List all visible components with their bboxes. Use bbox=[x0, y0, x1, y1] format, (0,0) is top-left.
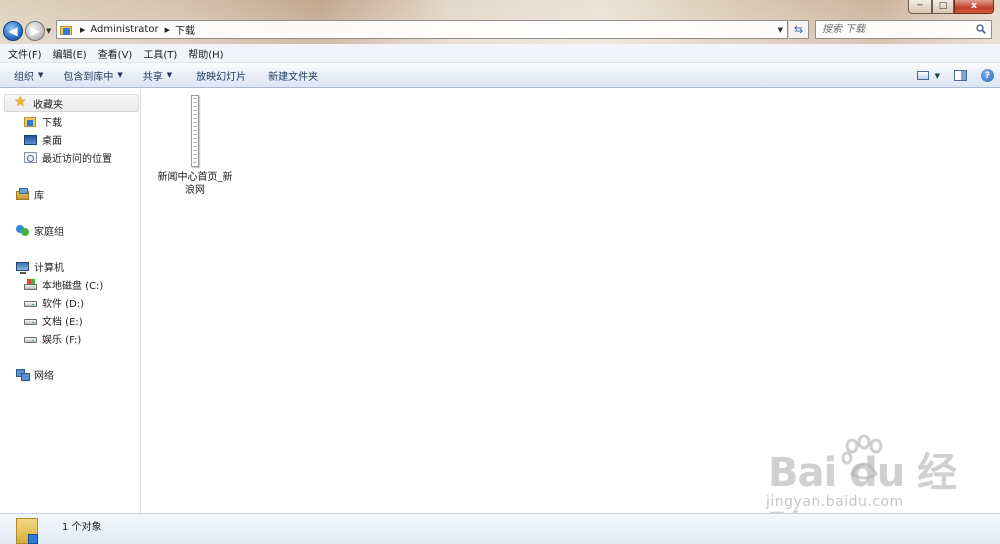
nav-item-drive-e[interactable]: 文档 (E:) bbox=[24, 311, 83, 329]
slideshow-button[interactable]: 放映幻灯片 bbox=[188, 68, 254, 83]
search-box[interactable] bbox=[815, 20, 992, 39]
menu-tools[interactable]: 工具(T) bbox=[139, 46, 181, 61]
menu-edit[interactable]: 编辑(E) bbox=[49, 46, 91, 61]
menu-help[interactable]: 帮助(H) bbox=[184, 46, 227, 61]
nav-item-label: 最近访问的位置 bbox=[42, 153, 112, 165]
dropdown-caret-icon: ▼ bbox=[934, 71, 940, 80]
forward-button[interactable]: ▶ bbox=[25, 21, 45, 41]
nav-network[interactable]: 网络 bbox=[16, 365, 54, 383]
search-input[interactable] bbox=[816, 21, 966, 38]
new-folder-label: 新建文件夹 bbox=[268, 71, 319, 83]
downloads-folder-icon bbox=[16, 518, 44, 544]
downloads-folder-icon bbox=[24, 115, 37, 127]
nav-network-label: 网络 bbox=[34, 370, 54, 382]
nav-favorites[interactable]: 收藏夹 bbox=[4, 94, 139, 112]
slideshow-label: 放映幻灯片 bbox=[196, 71, 247, 83]
share-label: 共享 bbox=[142, 71, 163, 83]
nav-computer-label: 计算机 bbox=[34, 262, 64, 274]
back-button[interactable]: ◀ bbox=[3, 21, 23, 41]
dropdown-caret-icon: ▼ bbox=[166, 71, 173, 79]
command-bar-right: ▼ ? bbox=[916, 67, 994, 84]
include-in-library-button[interactable]: 包含到库中 ▼ bbox=[55, 68, 130, 83]
organize-button[interactable]: 组织 ▼ bbox=[6, 68, 51, 83]
nav-favorites-label: 收藏夹 bbox=[33, 99, 63, 111]
breadcrumb-administrator[interactable]: Administrator bbox=[90, 24, 158, 35]
nav-item-label: 下载 bbox=[42, 117, 62, 129]
file-list[interactable]: 新闻中心首页_新浪网 bbox=[142, 89, 1000, 513]
include-in-library-label: 包含到库中 bbox=[63, 71, 114, 83]
refresh-button[interactable]: ⇆ bbox=[789, 20, 809, 39]
nav-item-recent-places[interactable]: 最近访问的位置 bbox=[24, 148, 112, 166]
new-folder-button[interactable]: 新建文件夹 bbox=[260, 68, 326, 83]
nav-item-label: 桌面 bbox=[42, 135, 62, 147]
nav-item-label: 文档 (E:) bbox=[42, 316, 83, 328]
system-drive-icon bbox=[24, 278, 37, 290]
dropdown-caret-icon: ▼ bbox=[117, 71, 123, 79]
nav-computer[interactable]: 计算机 bbox=[16, 257, 64, 275]
address-bar[interactable]: ▶ Administrator ▶ 下载 ▼ bbox=[56, 20, 788, 39]
nav-homegroup[interactable]: 家庭组 bbox=[16, 221, 64, 239]
nav-item-downloads[interactable]: 下载 bbox=[24, 112, 62, 130]
nav-item-desktop[interactable]: 桌面 bbox=[24, 130, 62, 148]
nav-item-drive-f[interactable]: 娱乐 (F:) bbox=[24, 329, 81, 347]
menu-view[interactable]: 查看(V) bbox=[94, 46, 137, 61]
maximize-button[interactable]: □ bbox=[932, 0, 954, 14]
address-dropdown-icon[interactable]: ▼ bbox=[778, 26, 783, 34]
arrow-right-icon: ▶ bbox=[30, 24, 40, 38]
breadcrumb-separator-icon[interactable]: ▶ bbox=[80, 26, 85, 34]
library-icon bbox=[16, 187, 29, 200]
webpage-thumbnail-icon bbox=[191, 95, 199, 167]
search-icon[interactable] bbox=[976, 24, 986, 34]
star-icon bbox=[14, 94, 28, 110]
command-bar: 组织 ▼ 包含到库中 ▼ 共享 ▼ 放映幻灯片 新建文件夹 ▼ ? bbox=[0, 63, 1000, 88]
nav-libraries[interactable]: 库 bbox=[16, 185, 44, 203]
network-icon bbox=[16, 368, 30, 381]
minimize-button[interactable]: ─ bbox=[908, 0, 932, 14]
desktop-icon bbox=[24, 134, 37, 145]
drive-icon bbox=[24, 301, 37, 307]
navigation-pane: 收藏夹 下载 桌面 最近访问的位置 库 家庭组 计算机 本地磁盘 (C:) 软件… bbox=[0, 89, 141, 513]
downloads-folder-icon bbox=[60, 24, 74, 36]
drive-icon bbox=[24, 337, 37, 343]
help-icon[interactable]: ? bbox=[981, 69, 994, 82]
share-button[interactable]: 共享 ▼ bbox=[135, 68, 180, 83]
view-icon bbox=[916, 71, 929, 80]
file-item[interactable]: 新闻中心首页_新浪网 bbox=[156, 95, 234, 197]
file-name: 新闻中心首页_新浪网 bbox=[157, 172, 233, 196]
drive-icon bbox=[24, 319, 37, 325]
status-bar: 1 个对象 bbox=[0, 513, 1000, 544]
nav-homegroup-label: 家庭组 bbox=[34, 226, 64, 238]
refresh-icon: ⇆ bbox=[793, 23, 804, 36]
nav-item-drive-c[interactable]: 本地磁盘 (C:) bbox=[24, 275, 103, 293]
change-view-button[interactable]: ▼ bbox=[916, 71, 940, 80]
homegroup-icon bbox=[16, 224, 29, 236]
nav-item-label: 本地磁盘 (C:) bbox=[42, 280, 104, 292]
breadcrumb-downloads[interactable]: 下载 bbox=[175, 22, 195, 37]
breadcrumb-separator-icon[interactable]: ▶ bbox=[165, 26, 170, 34]
arrow-left-icon: ◀ bbox=[8, 24, 18, 38]
preview-pane-icon[interactable] bbox=[954, 70, 967, 81]
close-button[interactable]: x bbox=[954, 0, 994, 14]
dropdown-caret-icon: ▼ bbox=[38, 71, 44, 79]
menu-file[interactable]: 文件(F) bbox=[4, 46, 46, 61]
nav-item-drive-d[interactable]: 软件 (D:) bbox=[24, 293, 84, 311]
window-controls: ─ □ x bbox=[908, 0, 994, 14]
nav-item-label: 娱乐 (F:) bbox=[42, 334, 82, 346]
organize-label: 组织 bbox=[14, 71, 34, 83]
computer-icon bbox=[16, 262, 29, 274]
status-item-count: 1 个对象 bbox=[62, 522, 102, 533]
menu-bar: 文件(F) 编辑(E) 查看(V) 工具(T) 帮助(H) bbox=[0, 44, 1000, 63]
recent-places-icon bbox=[24, 151, 37, 163]
nav-item-label: 软件 (D:) bbox=[42, 298, 85, 310]
recent-pages-dropdown[interactable]: ▼ bbox=[46, 27, 51, 35]
nav-libraries-label: 库 bbox=[34, 190, 44, 202]
